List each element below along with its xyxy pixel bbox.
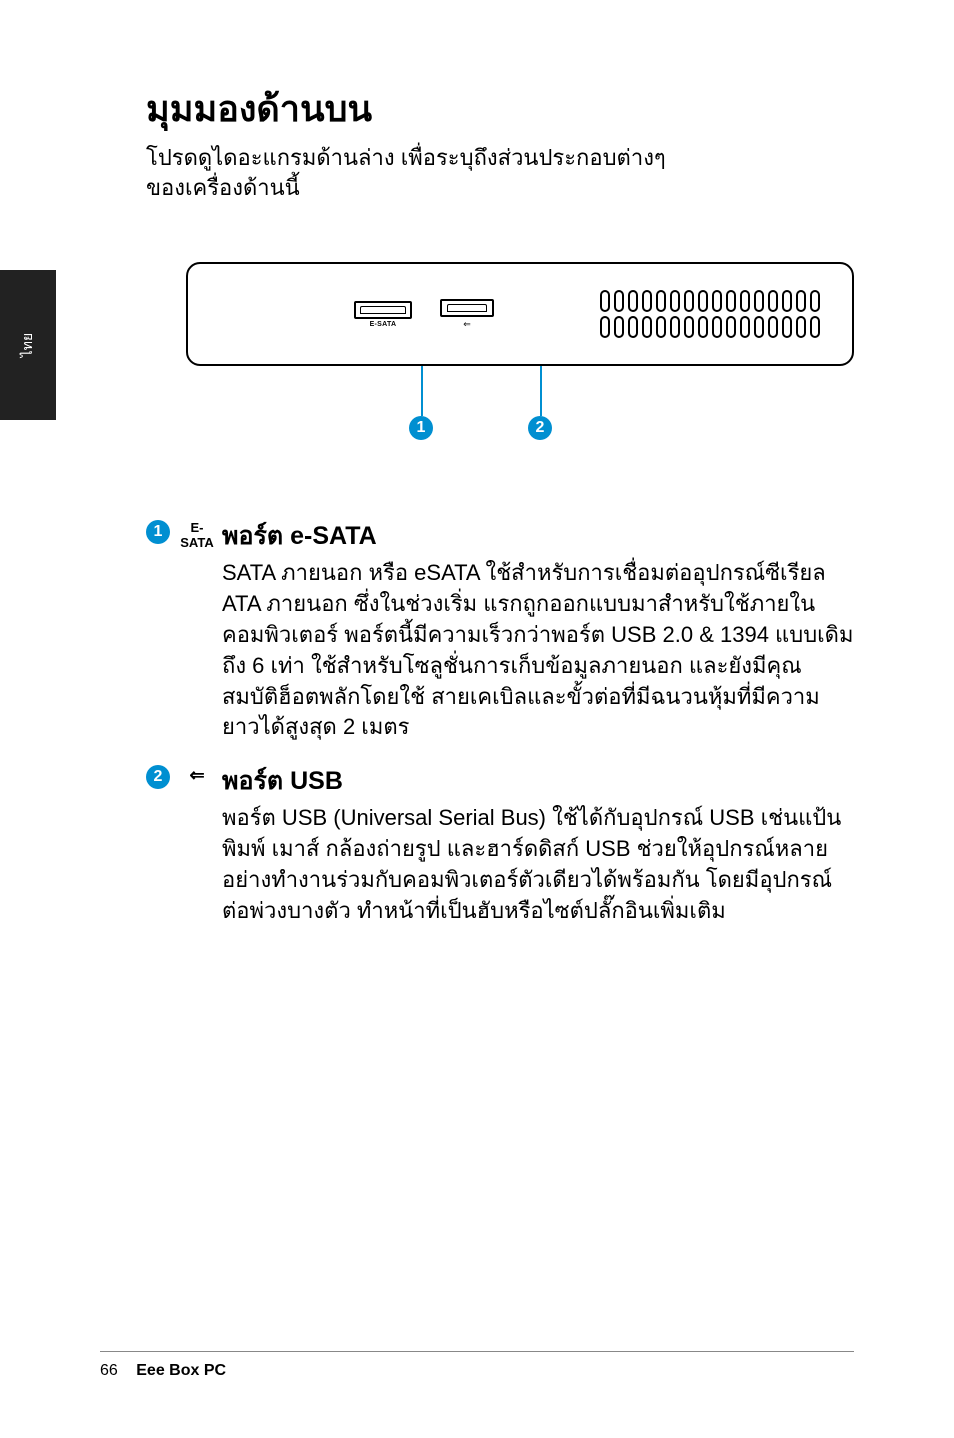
diagram-box: E-SATA ⇐	[186, 262, 854, 366]
esata-port-icon	[354, 301, 412, 319]
desc-body-1: พอร์ต e-SATA SATA ภายนอก หรือ eSATA ใช้ส…	[222, 516, 854, 743]
esata-port-col: E-SATA	[354, 301, 412, 328]
desc-badge-2: 2	[146, 765, 170, 789]
usb-port-col: ⇐	[440, 299, 494, 330]
vent-grille	[494, 290, 826, 338]
desc-text-2: พอร์ต USB (Universal Serial Bus) ใช้ได้ก…	[222, 803, 854, 926]
vent-row-2	[600, 316, 820, 338]
usb-port-icon	[440, 299, 494, 317]
page-heading: มุมมองด้านบน	[146, 80, 854, 137]
callout-lead-2	[540, 366, 542, 416]
intro-line2: ของเครื่องด้านนี้	[146, 175, 300, 200]
page-footer: 66 Eee Box PC	[100, 1351, 854, 1380]
intro-text: โปรดดูไดอะแกรมด้านล่าง เพื่อระบุถึงส่วนป…	[146, 143, 854, 202]
callout-badge-2: 2	[528, 416, 552, 440]
desc-item-esata: 1 E-SATA พอร์ต e-SATA SATA ภายนอก หรือ e…	[146, 516, 854, 743]
page-number: 66	[100, 1362, 118, 1379]
description-list: 1 E-SATA พอร์ต e-SATA SATA ภายนอก หรือ e…	[146, 516, 854, 926]
product-name: Eee Box PC	[136, 1362, 226, 1379]
device-diagram: E-SATA ⇐ 1 2	[186, 262, 854, 446]
vent-row-1	[600, 290, 820, 312]
usb-port-symbol: ⇐	[463, 319, 471, 330]
esata-port-label: E-SATA	[370, 321, 397, 328]
desc-body-2: พอร์ต USB พอร์ต USB (Universal Serial Bu…	[222, 761, 854, 926]
esata-icon: E-SATA	[178, 520, 216, 550]
callout-badge-1: 1	[409, 416, 433, 440]
usb-icon: ⇐	[178, 765, 216, 786]
intro-line1: โปรดดูไดอะแกรมด้านล่าง เพื่อระบุถึงส่วนป…	[146, 145, 666, 170]
diagram-callouts: 1 2	[226, 366, 854, 446]
desc-title-2: พอร์ต USB	[222, 761, 854, 801]
desc-badge-1: 1	[146, 520, 170, 544]
ports-area: E-SATA ⇐	[354, 299, 494, 330]
page-content: มุมมองด้านบน โปรดดูไดอะแกรมด้านล่าง เพื่…	[0, 0, 954, 1438]
callout-lead-1	[421, 366, 423, 416]
desc-title-1: พอร์ต e-SATA	[222, 516, 854, 556]
desc-text-1: SATA ภายนอก หรือ eSATA ใช้สำหรับการเชื่อ…	[222, 558, 854, 743]
desc-item-usb: 2 ⇐ พอร์ต USB พอร์ต USB (Universal Seria…	[146, 761, 854, 926]
